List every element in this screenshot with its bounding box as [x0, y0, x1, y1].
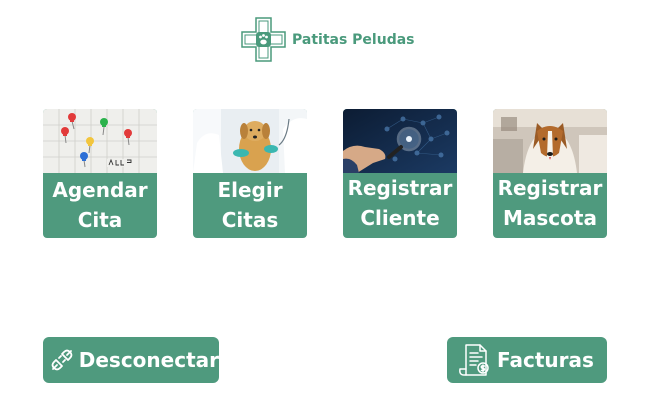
schedule-appointment-label: Agendar Cita [52, 177, 148, 232]
plug-disconnect-icon [47, 346, 77, 374]
brand-logo: Patitas Peludas [241, 17, 415, 62]
invoice-document-icon [455, 341, 495, 379]
invoices-label: Facturas [497, 348, 594, 372]
brand-name: Patitas Peludas [292, 31, 415, 48]
register-client-label: Registrar Cliente [347, 175, 453, 230]
register-pet-label: Registrar Mascota [497, 175, 603, 230]
calendar-pins-photo [43, 109, 157, 173]
logout-button[interactable]: Desconectar [43, 337, 219, 383]
vet-dog-photo [193, 109, 307, 173]
collie-dog-photo [493, 109, 607, 173]
register-client-card[interactable]: Registrar Cliente [343, 109, 457, 238]
register-pet-card[interactable]: Registrar Mascota [493, 109, 607, 238]
magnifier-network-photo [343, 109, 457, 173]
choose-appointments-card[interactable]: Elegir Citas [193, 109, 307, 238]
schedule-appointment-card[interactable]: Agendar Cita [43, 109, 157, 238]
choose-appointments-label: Elegir Citas [217, 177, 283, 232]
invoices-button[interactable]: Facturas [447, 337, 607, 383]
logout-label: Desconectar [78, 348, 219, 372]
paw-cross-icon [241, 17, 286, 62]
